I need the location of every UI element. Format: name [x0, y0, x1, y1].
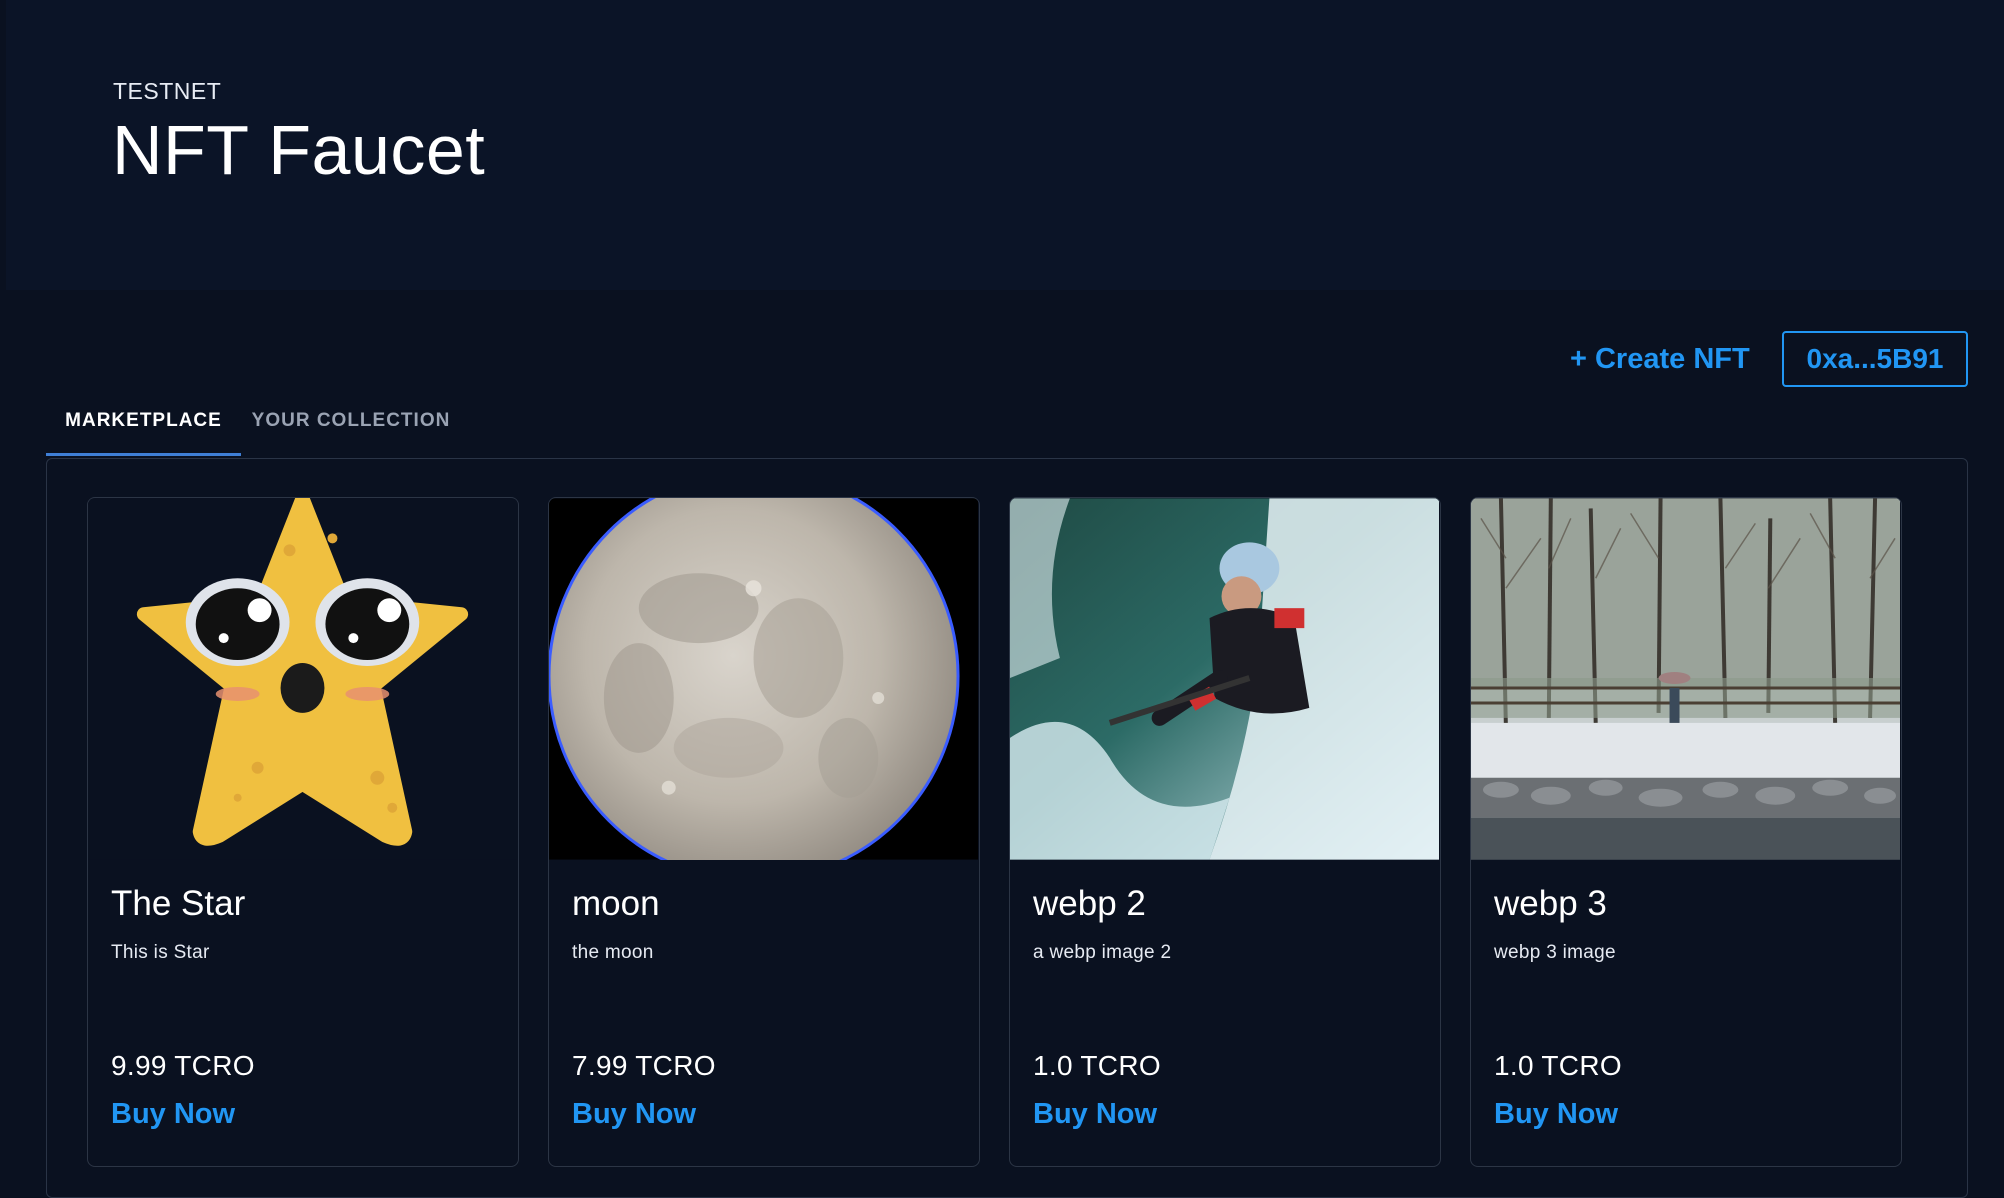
nft-description: webp 3 image — [1494, 942, 1616, 963]
create-nft-button[interactable]: + Create NFT — [1570, 336, 1750, 382]
network-label: TESTNET — [113, 78, 222, 104]
nft-name: webp 3 — [1494, 884, 1607, 923]
nft-card[interactable]: The Star This is Star 9.99 TCRO Buy Now — [87, 497, 519, 1167]
tab-marketplace[interactable]: MARKETPLACE — [46, 400, 241, 456]
nft-name: The Star — [111, 884, 246, 923]
nft-price: 1.0 TCRO — [1494, 1050, 1622, 1081]
page-title: NFT Faucet — [112, 111, 486, 189]
nft-price: 7.99 TCRO — [572, 1050, 716, 1081]
tab-indicator — [46, 453, 241, 456]
nft-card[interactable]: moon the moon 7.99 TCRO Buy Now — [548, 497, 980, 1167]
nft-description: This is Star — [111, 942, 210, 963]
buy-now-button[interactable]: Buy Now — [572, 1098, 696, 1131]
nft-card[interactable]: webp 3 webp 3 image 1.0 TCRO Buy Now — [1470, 497, 1902, 1167]
kayaker-image[interactable] — [1010, 498, 1439, 860]
wallet-address-button[interactable]: 0xa...5B91 — [1782, 331, 1968, 387]
winter-park-image[interactable] — [1471, 498, 1900, 860]
moon-image[interactable] — [549, 498, 978, 860]
nft-name: moon — [572, 884, 660, 923]
nft-price: 1.0 TCRO — [1033, 1050, 1161, 1081]
nft-name: webp 2 — [1033, 884, 1146, 923]
buy-now-button[interactable]: Buy Now — [111, 1098, 235, 1131]
nft-price: 9.99 TCRO — [111, 1050, 255, 1081]
buy-now-button[interactable]: Buy Now — [1494, 1098, 1618, 1131]
nft-description: the moon — [572, 942, 654, 963]
nft-card[interactable]: webp 2 a webp image 2 1.0 TCRO Buy Now — [1009, 497, 1441, 1167]
tab-your-collection[interactable]: YOUR COLLECTION — [241, 400, 461, 456]
nft-description: a webp image 2 — [1033, 942, 1172, 963]
buy-now-button[interactable]: Buy Now — [1033, 1098, 1157, 1131]
star-image[interactable] — [88, 498, 517, 860]
hero-banner: TESTNET NFT Faucet — [6, 0, 2004, 290]
